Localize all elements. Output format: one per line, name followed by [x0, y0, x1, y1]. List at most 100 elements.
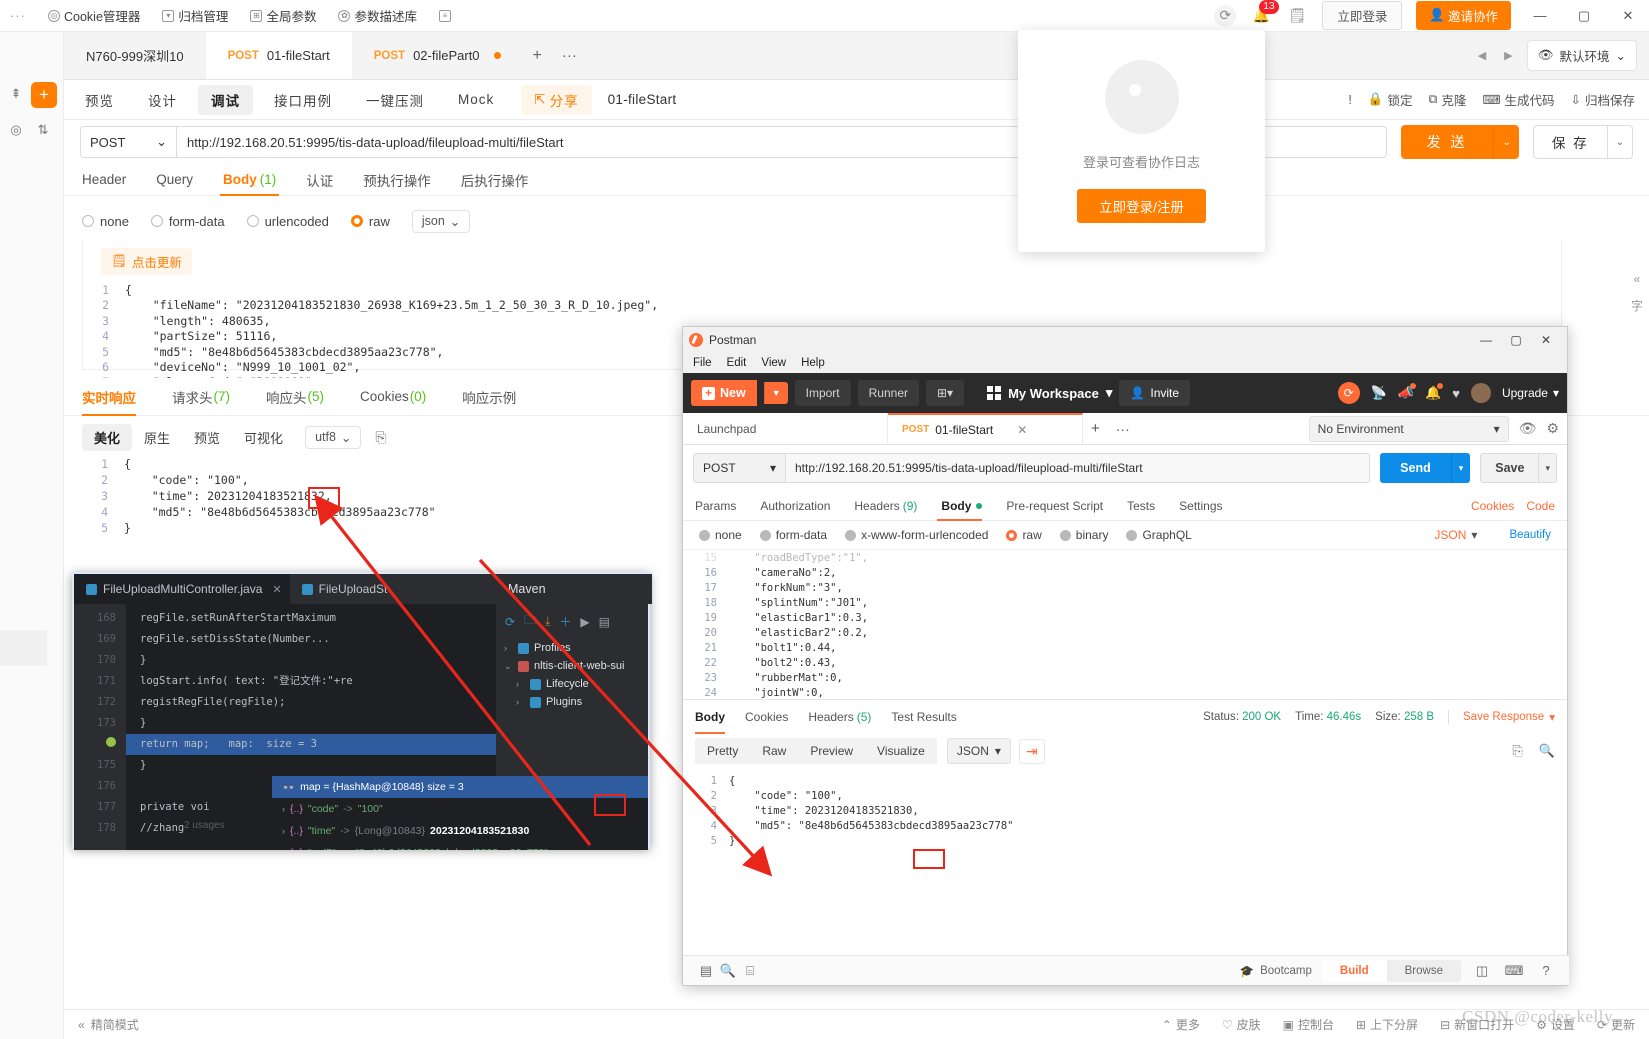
topbar-item-list[interactable]: ≡ — [438, 9, 451, 22]
ide-tab-fileuploadst[interactable]: FileUploadSt — [290, 574, 396, 604]
menu-edit[interactable]: Edit — [727, 357, 747, 369]
body-type-urlencoded[interactable]: urlencoded — [246, 214, 329, 229]
param-tab-params[interactable]: Params — [695, 491, 748, 521]
new-item-button[interactable]: + — [31, 82, 57, 108]
tab-debug[interactable]: 调试 — [198, 84, 253, 115]
sync-icon[interactable]: ⟳ — [1337, 382, 1360, 404]
browse-tab[interactable]: Browse — [1387, 960, 1461, 982]
lock-action[interactable]: 🔒 锁定 — [1368, 90, 1413, 109]
eye-icon[interactable]: 👁 — [1519, 420, 1537, 437]
debug-variables-popup[interactable]: 👓 map = {HashMap@10848} size = 3 › {..} … — [272, 776, 648, 850]
runner-button[interactable]: Runner — [857, 380, 919, 406]
tab-options-button[interactable]: ··· — [1108, 413, 1138, 444]
view-beautify[interactable]: 美化 — [82, 423, 133, 451]
window-close-button[interactable]: ✕ — [1613, 1, 1643, 31]
simple-mode-label[interactable]: 精简模式 — [91, 1016, 139, 1033]
body-type-form-data[interactable]: form-data — [150, 214, 225, 229]
tab-01-filestart[interactable]: POST 01-fileStart ✕ — [888, 413, 1083, 444]
terminal-icon[interactable]: ▤ — [599, 615, 610, 629]
save-button[interactable]: 保 存 — [1532, 125, 1608, 159]
megaphone-icon[interactable]: 📣 — [1398, 383, 1417, 401]
copy-icon[interactable]: ⎘ — [1512, 743, 1522, 759]
target-icon[interactable]: ◎ — [4, 118, 28, 142]
cookies-link[interactable]: Cookies — [1471, 499, 1514, 513]
environment-selector[interactable]: No Environment ▾ — [1308, 415, 1509, 442]
topbar-overflow-dots[interactable]: ··· — [10, 8, 26, 23]
tab-mock[interactable]: Mock — [445, 87, 507, 112]
resp-tab-headers[interactable]: Headers (5) — [798, 700, 881, 734]
bell-icon[interactable]: 🔔 — [1425, 383, 1444, 401]
collapse-panel-button[interactable]: « — [1628, 270, 1646, 288]
param-tab-authorization[interactable]: Authorization — [748, 491, 842, 521]
save-dropdown-button[interactable]: ▾ — [1539, 453, 1557, 483]
postman-request-body-editor[interactable]: 15 "roadBedType":"1", 16 "cameraNo":2, 1… — [683, 549, 1567, 699]
build-tab[interactable]: Build — [1321, 959, 1387, 982]
view-raw[interactable]: 原生 — [132, 424, 182, 451]
upgrade-button[interactable]: Upgrade ▾ — [1502, 386, 1559, 400]
nav-next-button[interactable]: ▶ — [1500, 47, 1516, 64]
topbar-item-param-library[interactable]: ✿ 参数描述库 — [338, 6, 417, 25]
help-icon[interactable]: ? — [1535, 960, 1557, 982]
console-icon[interactable]: ⌸ — [739, 960, 761, 982]
menu-file[interactable]: File — [693, 357, 712, 369]
maven-tree-item-project[interactable]: ⌄ nltis-client-web-sui — [496, 657, 648, 675]
bottom-item-split-view[interactable]: ⊞ 上下分屏 — [1356, 1016, 1418, 1033]
sort-icon[interactable]: ⇅ — [30, 118, 56, 142]
bottom-item-more[interactable]: ⌃ 更多 — [1162, 1016, 1200, 1033]
view-pretty[interactable]: Pretty — [695, 738, 751, 764]
tab-stress-test[interactable]: 一键压测 — [353, 85, 437, 115]
search-icon[interactable]: 🔍 — [1539, 743, 1555, 759]
tab-preview[interactable]: 预览 — [72, 85, 127, 115]
folder-icon[interactable]: 🗀 — [524, 611, 536, 632]
param-tab-headers[interactable]: Headers (9) — [842, 491, 929, 521]
add-tab-button[interactable]: + — [523, 32, 552, 79]
topbar-item-cookie-manager[interactable]: ◎ Cookie管理器 — [48, 6, 140, 25]
send-button[interactable]: Send — [1380, 453, 1451, 483]
invite-collab-button[interactable]: 👤 邀请协作 — [1416, 1, 1511, 30]
body-type-none[interactable]: none — [82, 214, 129, 229]
tab-api-cases[interactable]: 接口用例 — [261, 85, 345, 115]
param-tab-settings[interactable]: Settings — [1167, 491, 1234, 521]
postman-maximize-button[interactable]: ▢ — [1501, 327, 1531, 353]
download-icon[interactable]: ⤓ — [545, 614, 550, 629]
bottom-item-skin[interactable]: ♡ 皮肤 — [1222, 1016, 1261, 1033]
popup-login-register-button[interactable]: 立即登录/注册 — [1077, 188, 1206, 223]
send-dropdown-button[interactable]: ⌄ — [1493, 125, 1519, 159]
response-format-selector[interactable]: JSON ▾ — [946, 738, 1011, 764]
keyboard-icon[interactable]: ⌨ — [1503, 960, 1525, 982]
body-type-form-data[interactable]: form-data — [759, 528, 827, 542]
param-tab-tests[interactable]: Tests — [1115, 491, 1167, 521]
req-tab-body[interactable]: Body (1) — [208, 164, 291, 196]
tab-more-button[interactable]: ··· — [552, 32, 587, 79]
save-response-button[interactable]: Save Response ▾ — [1448, 709, 1555, 724]
postman-close-button[interactable]: ✕ — [1531, 327, 1561, 353]
send-dropdown-button[interactable]: ▾ — [1450, 453, 1471, 483]
add-tab-button[interactable]: + — [1083, 413, 1108, 444]
font-size-button[interactable]: 字 — [1628, 296, 1646, 314]
workspace-selector[interactable]: My Workspace ▾ — [987, 385, 1112, 401]
resp-tab-examples[interactable]: 响应示例 — [444, 378, 534, 416]
topbar-item-global-params[interactable]: ⊞ 全局参数 — [250, 6, 316, 25]
resp-tab-cookies[interactable]: Cookies (0) — [342, 378, 444, 416]
plus-icon[interactable]: ＋ — [559, 613, 571, 630]
tab-design[interactable]: 设计 — [135, 85, 190, 115]
code-link[interactable]: Code — [1526, 499, 1555, 513]
view-visualize[interactable]: Visualize — [865, 738, 937, 764]
req-tab-auth[interactable]: 认证 — [291, 164, 348, 196]
resp-tab-test-results[interactable]: Test Results — [881, 700, 966, 734]
tab-launchpad[interactable]: Launchpad — [683, 413, 888, 444]
view-preview[interactable]: Preview — [798, 738, 866, 764]
new-button[interactable]: + New — [691, 380, 757, 406]
topbar-item-archive[interactable]: ▾ 归档管理 — [162, 6, 228, 25]
encoding-selector[interactable]: utf8 ⌄ — [305, 425, 362, 449]
request-url-input[interactable]: http://192.168.20.51:9995/tis-data-uploa… — [785, 453, 1371, 483]
resp-tab-request-headers[interactable]: 请求头 (7) — [154, 378, 248, 416]
copy-icon[interactable]: ⎘ — [375, 429, 386, 446]
http-method-selector[interactable]: POST ⌄ — [80, 126, 176, 158]
run-icon[interactable]: ▶ — [580, 615, 589, 629]
heart-icon[interactable]: ♥ — [1452, 386, 1460, 401]
gear-icon[interactable]: ⚙ — [1546, 420, 1559, 437]
debug-row-code[interactable]: › {..} "code" -> "100" — [272, 798, 648, 820]
sidebar-icon[interactable]: ▤ — [695, 960, 717, 982]
new-dropdown-button[interactable]: ▼ — [763, 382, 788, 404]
